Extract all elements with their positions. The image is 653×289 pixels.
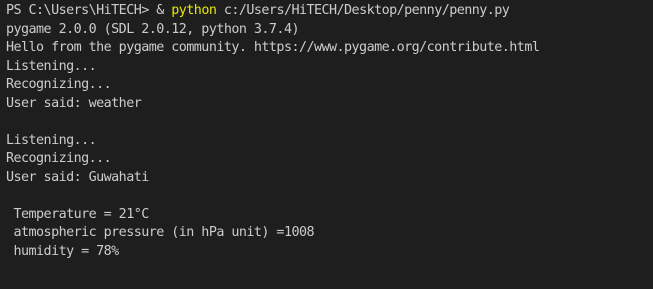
output-line: Listening... [6,58,97,74]
output-line: Listening... [6,132,97,148]
output-line: humidity = 78% [6,243,120,259]
output-line: Recognizing... [6,151,112,166]
output-line: pygame 2.0.0 (SDL 2.0.12, python 3.7.4) [6,21,300,37]
output-line: User said: Guwahati [6,169,149,185]
output-line: User said: weather [6,95,142,111]
command-keyword: python [171,3,217,18]
prompt-line: PS C:\Users\HiTECH> & python c:/Users/Hi… [6,2,653,21]
command-args: c:/Users/HiTECH/Desktop/penny/penny.py [216,3,510,18]
output-line: atmospheric pressure (in hPa unit) =1008 [6,225,315,240]
prompt-prefix: PS C:\Users\HiTECH> & [6,3,172,18]
output-line: Recognizing... [6,77,112,92]
output-line: Hello from the pygame community. https:/… [6,40,540,55]
terminal-output[interactable]: PS C:\Users\HiTECH> & python c:/Users/Hi… [0,0,653,289]
output-line: Temperature = 21°C [6,206,150,222]
